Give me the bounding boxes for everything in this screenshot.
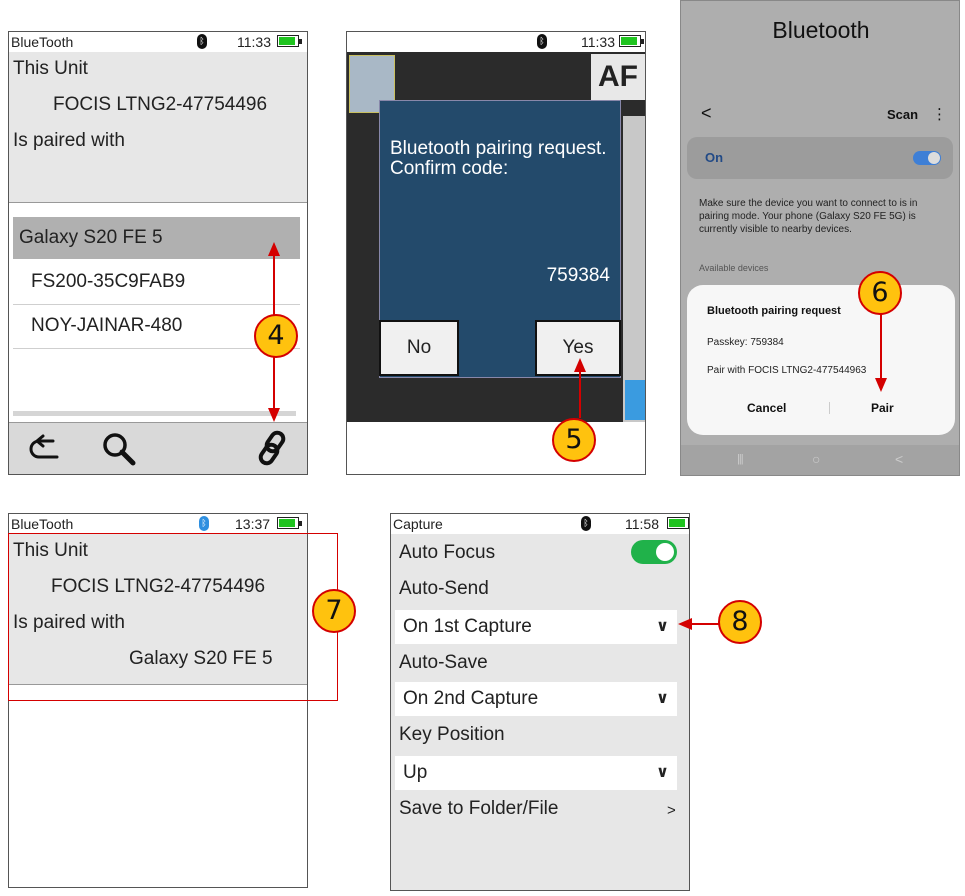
- side-bar: [623, 116, 645, 422]
- annotation-badge-5: 5: [552, 418, 596, 462]
- bluetooth-on-row[interactable]: On: [687, 137, 953, 179]
- dialog-message: Bluetooth pairing request. Confirm code:: [390, 138, 607, 179]
- status-title: BlueTooth: [11, 516, 74, 532]
- charging-battery-icon: [667, 517, 689, 529]
- battery-icon: [277, 35, 302, 47]
- cancel-button[interactable]: Cancel: [747, 401, 786, 415]
- info-text: Make sure the device you want to connect…: [699, 198, 918, 235]
- status-title: BlueTooth: [11, 34, 74, 50]
- capture-settings-screen: Capture ᛒ 11:58 Auto Focus Auto-Send On …: [390, 513, 690, 891]
- bluetooth-icon: ᛒ: [197, 34, 207, 49]
- af-label: AF: [591, 54, 645, 100]
- scan-button[interactable]: Scan: [887, 107, 918, 122]
- auto-save-value: On 2nd Capture: [403, 688, 539, 709]
- pair-button[interactable]: Pair: [871, 401, 894, 415]
- chevron-right-icon: >: [667, 802, 676, 819]
- status-time: 11:58: [625, 516, 659, 532]
- page-title: Bluetooth: [772, 17, 870, 43]
- save-folder-row[interactable]: Save to Folder/File >: [391, 794, 689, 828]
- back-arrow-icon[interactable]: [27, 433, 63, 465]
- bluetooth-toggle[interactable]: [913, 151, 941, 165]
- home-icon[interactable]: ○: [812, 451, 820, 467]
- nav-bar: ||| ○ <: [681, 445, 959, 475]
- auto-focus-toggle[interactable]: [631, 540, 677, 564]
- back-icon[interactable]: <: [701, 103, 712, 124]
- recent-apps-icon[interactable]: |||: [737, 453, 744, 465]
- pair-with-text: Pair with FOCIS LTNG2-477544963: [707, 365, 867, 376]
- passkey-text: Passkey: 759384: [707, 337, 784, 348]
- no-button[interactable]: No: [379, 320, 459, 376]
- chevron-down-icon: ∨: [656, 764, 669, 781]
- confirm-code: 759384: [546, 265, 610, 286]
- key-position-dropdown[interactable]: Up ∨: [395, 756, 677, 790]
- auto-send-dropdown[interactable]: On 1st Capture ∨: [395, 610, 677, 644]
- pairing-request-dialog: Bluetooth pairing request Passkey: 75938…: [687, 285, 955, 435]
- device-name: Galaxy S20 FE 5: [19, 227, 163, 248]
- bluetooth-icon: ᛒ: [537, 34, 547, 49]
- android-bluetooth-screen: Bluetooth < Scan ⋮ On Make sure the devi…: [680, 0, 960, 476]
- status-title: Capture: [393, 516, 443, 532]
- save-folder-label: Save to Folder/File: [399, 798, 559, 819]
- more-options-icon[interactable]: ⋮: [932, 105, 947, 123]
- bottom-area: [347, 422, 645, 474]
- this-unit-label: This Unit: [13, 58, 88, 79]
- search-icon[interactable]: [101, 431, 137, 467]
- auto-save-label: Auto-Save: [399, 652, 488, 673]
- annotation-arrow-5: [574, 358, 586, 418]
- device-name: FS200-35C9FAB9: [31, 271, 186, 292]
- annotation-badge-7: 7: [312, 589, 356, 633]
- auto-focus-label: Auto Focus: [399, 542, 496, 563]
- battery-icon: [277, 517, 302, 529]
- bluetooth-icon: ᛒ: [581, 516, 591, 531]
- status-bar: BlueTooth ᛒ 13:37: [9, 514, 307, 534]
- status-time: 11:33: [581, 34, 615, 50]
- annotation-arrow-6: [875, 314, 887, 392]
- unit-name: FOCIS LTNG2-47754496: [53, 94, 268, 115]
- status-bar: BlueTooth ᛒ 11:33: [9, 32, 307, 52]
- paired-label: Is paired with: [13, 130, 125, 151]
- annotation-badge-4: 4: [254, 314, 298, 358]
- battery-icon: [619, 35, 644, 47]
- chevron-down-icon: ∨: [656, 690, 669, 707]
- side-bar-accent: [625, 380, 645, 420]
- annotation-arrow-8: [678, 618, 722, 630]
- highlight-box-7: [8, 533, 338, 701]
- auto-save-dropdown[interactable]: On 2nd Capture ∨: [395, 682, 677, 716]
- on-label: On: [705, 150, 724, 165]
- status-bar: Capture ᛒ 11:58: [391, 514, 689, 534]
- annotation-badge-8: 8: [718, 600, 762, 644]
- chevron-down-icon: ∨: [656, 618, 669, 635]
- auto-send-label: Auto-Send: [399, 578, 489, 599]
- bluetooth-icon: ᛒ: [199, 516, 209, 531]
- pairing-confirm-screen: ᛒ 11:33 AF Bluetooth pairing request. Co…: [346, 31, 646, 475]
- key-position-value: Up: [403, 762, 428, 783]
- nav-back-icon[interactable]: <: [895, 451, 903, 467]
- available-devices-label: Available devices: [699, 263, 769, 273]
- auto-send-value: On 1st Capture: [403, 616, 532, 637]
- status-bar: ᛒ 11:33: [347, 32, 645, 52]
- status-time: 13:37: [235, 516, 271, 532]
- link-icon[interactable]: [255, 429, 291, 467]
- status-time: 11:33: [237, 34, 271, 50]
- unit-info-panel: This Unit FOCIS LTNG2-47754496 Is paired…: [9, 52, 307, 203]
- dialog-title: Bluetooth pairing request: [707, 305, 841, 317]
- device-name: NOY-JAINAR-480: [31, 315, 183, 336]
- key-position-label: Key Position: [399, 724, 505, 745]
- annotation-badge-6: 6: [858, 271, 902, 315]
